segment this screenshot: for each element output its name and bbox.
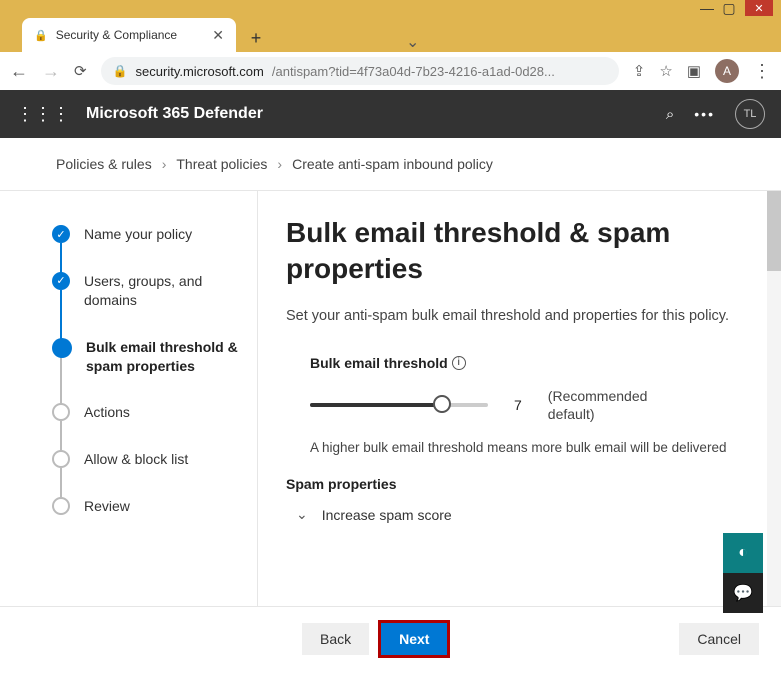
new-tab-button[interactable]: + [242, 24, 270, 52]
breadcrumb-item[interactable]: Policies & rules [56, 156, 152, 172]
step-label: Allow & block list [84, 450, 188, 497]
step-label: Review [84, 497, 130, 544]
url-path: /antispam?tid=4f73a04d-7b23-4216-a1ad-0d… [272, 64, 555, 79]
nav-forward-icon: → [42, 61, 60, 82]
info-icon[interactable]: i [452, 356, 466, 370]
share-icon[interactable]: ⇪ [633, 62, 646, 80]
page-heading: Bulk email threshold & spam properties [286, 215, 753, 288]
back-button[interactable]: Back [302, 623, 369, 655]
tab-title: Security & Compliance [56, 28, 177, 42]
help-widget[interactable]: ◐ [723, 533, 763, 573]
chevron-right-icon: › [277, 156, 282, 172]
cancel-button[interactable]: Cancel [679, 623, 759, 655]
browser-toolbar: ← → ⟳ 🔒 security.microsoft.com /antispam… [0, 52, 781, 90]
recommended-text: (Recommended default) [548, 387, 668, 423]
step-label: Bulk email threshold & spam properties [86, 338, 239, 404]
close-tab-icon[interactable]: ✕ [212, 27, 224, 44]
nav-back-icon[interactable]: ← [10, 61, 28, 82]
app-header: ⋮⋮⋮ Microsoft 365 Defender ⌕ ••• TL [0, 90, 781, 138]
wizard-footer: Back Next Cancel [0, 606, 781, 670]
star-icon[interactable]: ☆ [659, 62, 672, 80]
slider-thumb[interactable] [433, 395, 451, 413]
page-subtext: Set your anti-spam bulk email threshold … [286, 306, 753, 327]
wizard-steps: ✓ Name your policy ✓ Users, groups, and … [0, 191, 258, 606]
slider-value: 7 [514, 397, 522, 413]
waffle-icon[interactable]: ⋮⋮⋮ [16, 104, 70, 125]
browser-tab-strip: 🔒 Security & Compliance ✕ + ⌄ [0, 16, 781, 52]
url-bar[interactable]: 🔒 security.microsoft.com /antispam?tid=4… [101, 57, 619, 85]
tab-dropdown-icon[interactable]: ⌄ [406, 32, 419, 52]
spam-properties-title: Spam properties [286, 476, 753, 492]
scrollbar-thumb[interactable] [767, 191, 781, 271]
step-label: Users, groups, and domains [84, 272, 239, 338]
expander-label: Increase spam score [322, 507, 452, 523]
search-icon[interactable]: ⌕ [666, 106, 674, 123]
step-review[interactable]: Review [52, 497, 239, 544]
step-actions[interactable]: Actions [52, 403, 239, 450]
chevron-right-icon: › [162, 156, 167, 172]
step-allow-block[interactable]: Allow & block list [52, 450, 239, 497]
more-icon[interactable]: ••• [694, 106, 715, 122]
breadcrumb-item: Create anti-spam inbound policy [292, 156, 493, 172]
window-minimize[interactable]: — [701, 2, 713, 14]
increase-spam-score-expander[interactable]: ⌄ Increase spam score [286, 506, 753, 523]
app-title: Microsoft 365 Defender [86, 105, 263, 123]
threshold-slider[interactable] [310, 403, 488, 407]
user-avatar[interactable]: TL [735, 99, 765, 129]
current-step-icon [52, 338, 72, 358]
browser-tab[interactable]: 🔒 Security & Compliance ✕ [22, 18, 236, 52]
breadcrumb-item[interactable]: Threat policies [176, 156, 267, 172]
scrollbar[interactable] [767, 191, 781, 606]
step-label: Name your policy [84, 225, 192, 272]
url-domain: security.microsoft.com [136, 64, 264, 79]
todo-step-icon [52, 403, 70, 421]
step-label: Actions [84, 403, 130, 450]
step-bulk-threshold[interactable]: Bulk email threshold & spam properties [52, 338, 239, 404]
step-users-groups[interactable]: ✓ Users, groups, and domains [52, 272, 239, 338]
profile-avatar[interactable]: A [715, 59, 739, 83]
step-name-policy[interactable]: ✓ Name your policy [52, 225, 239, 272]
slider-help-text: A higher bulk email threshold means more… [310, 439, 753, 458]
check-icon: ✓ [52, 272, 70, 290]
extensions-icon[interactable]: ▣ [687, 62, 701, 80]
check-icon: ✓ [52, 225, 70, 243]
window-close[interactable]: ✕ [745, 0, 773, 16]
todo-step-icon [52, 497, 70, 515]
lock-icon: 🔒 [113, 64, 128, 78]
next-button[interactable]: Next [381, 623, 447, 655]
breadcrumb: Policies & rules › Threat policies › Cre… [0, 138, 781, 190]
chevron-down-icon: ⌄ [296, 506, 308, 523]
feedback-widget[interactable]: 💬 [723, 573, 763, 613]
reload-icon[interactable]: ⟳ [74, 62, 87, 80]
browser-menu-icon[interactable]: ⋮ [753, 61, 771, 82]
slider-label: Bulk email threshold [310, 355, 448, 371]
todo-step-icon [52, 450, 70, 468]
window-maximize[interactable]: ▢ [723, 2, 735, 14]
lock-icon: 🔒 [34, 29, 48, 42]
main-panel: Bulk email threshold & spam properties S… [258, 191, 781, 606]
